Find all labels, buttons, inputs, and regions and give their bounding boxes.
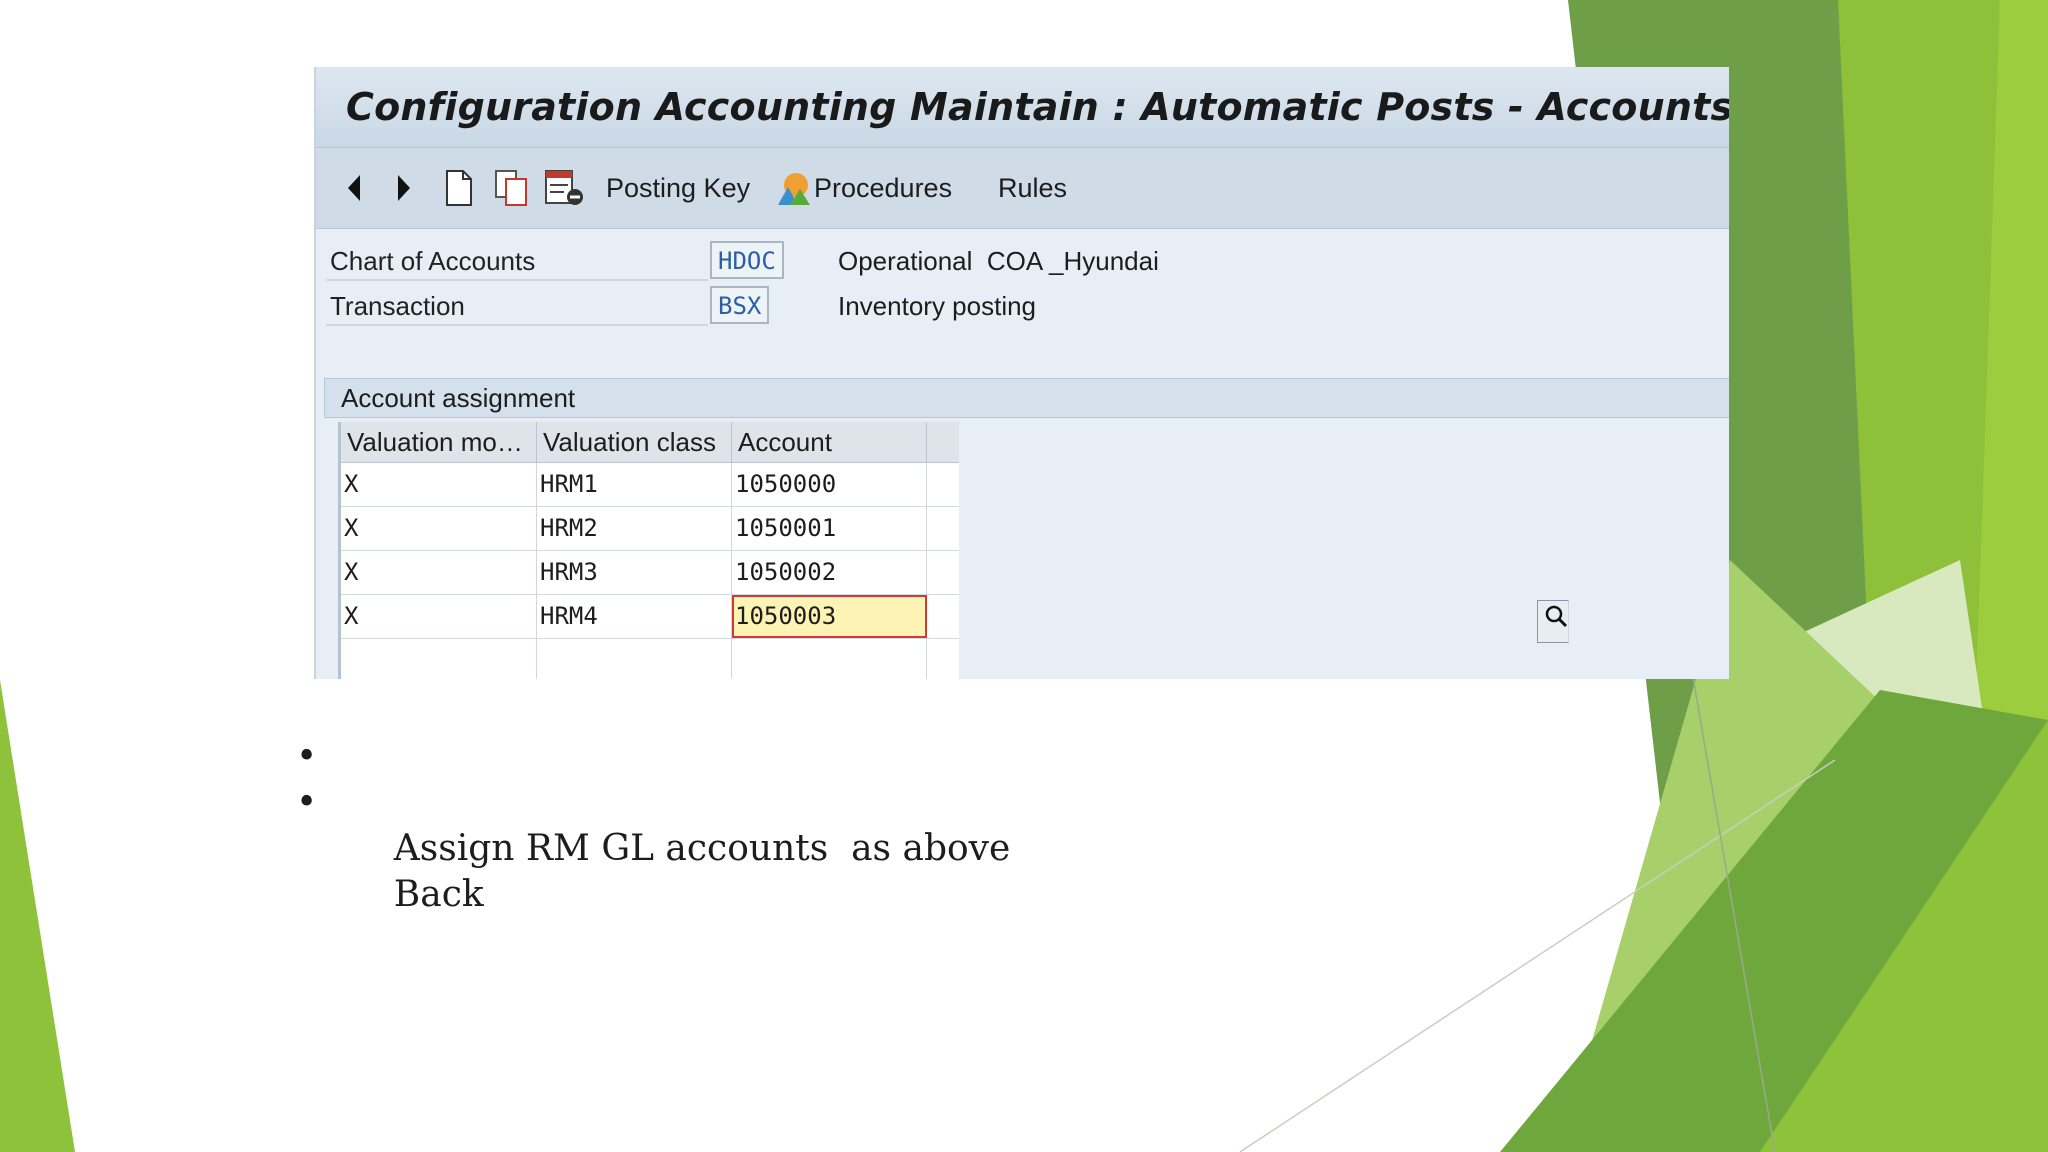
valuation-class-cell[interactable]: HRM4: [537, 595, 732, 638]
bullet-text: Assign RM GL accounts as above: [393, 828, 1011, 869]
chart-of-accounts-description: Operational COA _Hyundai: [838, 246, 1159, 276]
account-cell[interactable]: 1050002: [732, 551, 927, 594]
bullet-text: Back: [393, 874, 484, 915]
account-cell[interactable]: 1050000: [732, 463, 927, 506]
chart-of-accounts-field[interactable]: HDOC: [710, 241, 784, 279]
account-cell-active[interactable]: 1050003: [732, 595, 927, 638]
table-row: X HRM1 1050000: [341, 463, 959, 507]
valuation-modifier-cell[interactable]: X: [341, 507, 537, 550]
window-title-bar: Configuration Accounting Maintain : Auto…: [316, 67, 1729, 148]
window-title: Configuration Accounting Maintain : Auto…: [346, 85, 1729, 129]
account-cell[interactable]: 1050001: [732, 507, 927, 550]
triangle-right-icon[interactable]: [394, 148, 414, 228]
sap-window-screenshot: Configuration Accounting Maintain : Auto…: [314, 67, 1729, 679]
column-header-account[interactable]: Account: [732, 422, 927, 462]
procedures-icon: [778, 173, 810, 205]
valuation-modifier-cell[interactable]: X: [341, 595, 537, 638]
procedures-button[interactable]: Procedures: [776, 148, 952, 228]
valuation-modifier-cell[interactable]: X: [341, 551, 537, 594]
bullet-item: • Assign RM GL accounts as above: [296, 734, 1010, 869]
chart-of-accounts-label: Chart of Accounts: [326, 241, 708, 281]
posting-key-button[interactable]: Posting Key: [606, 148, 750, 228]
bullet-dot: •: [296, 736, 318, 777]
new-document-icon[interactable]: [444, 148, 474, 228]
triangle-left-icon[interactable]: [344, 148, 364, 228]
valuation-class-cell[interactable]: HRM3: [537, 551, 732, 594]
account-cell[interactable]: [732, 639, 927, 679]
valuation-class-cell[interactable]: HRM1: [537, 463, 732, 506]
transaction-field[interactable]: BSX: [710, 286, 770, 324]
table-row: X HRM4 1050003: [341, 595, 1569, 643]
table-row-empty: [341, 639, 959, 679]
valuation-modifier-cell[interactable]: X: [341, 463, 537, 506]
application-toolbar: Posting Key Procedures Rules: [316, 148, 1729, 229]
delete-icon[interactable]: [544, 148, 584, 228]
value-help-search-icon[interactable]: [1537, 600, 1569, 643]
table-header-row: Valuation mo… Valuation class Account: [341, 422, 959, 463]
account-assignment-table: Valuation mo… Valuation class Account X …: [338, 422, 1569, 679]
rules-button[interactable]: Rules: [998, 148, 1067, 228]
slide-bullet-list: • Assign RM GL accounts as above • Back: [296, 734, 1010, 915]
valuation-modifier-cell[interactable]: [341, 639, 537, 679]
copy-icon[interactable]: [494, 148, 530, 228]
column-header-valuation-class[interactable]: Valuation class: [537, 422, 732, 462]
account-assignment-header: Account assignment: [324, 378, 1729, 418]
valuation-class-cell[interactable]: HRM2: [537, 507, 732, 550]
table-row: X HRM2 1050001: [341, 507, 959, 551]
transaction-description: Inventory posting: [838, 291, 1037, 321]
column-header-valuation-modifier[interactable]: Valuation mo…: [341, 422, 537, 462]
bullet-item: • Back: [296, 780, 1010, 915]
valuation-class-cell[interactable]: [537, 639, 732, 679]
bg-shape-left-triangle: [0, 680, 75, 1152]
bullet-dot: •: [296, 782, 318, 823]
table-row: X HRM3 1050002: [341, 551, 959, 595]
transaction-label: Transaction: [326, 286, 708, 326]
